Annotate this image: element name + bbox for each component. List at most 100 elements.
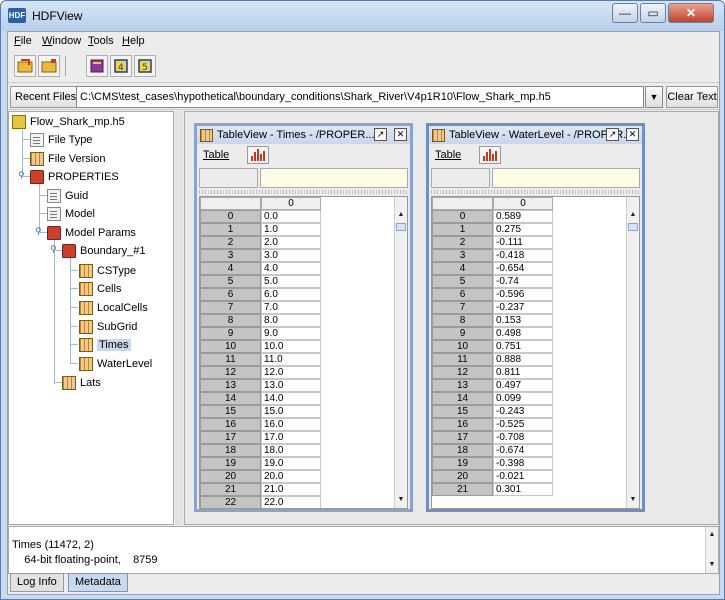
tree-node-file[interactable]: Flow_Shark_mp.h5	[12, 113, 125, 130]
resize-sash[interactable]	[431, 190, 640, 194]
row-index[interactable]: 11	[200, 353, 261, 366]
cell-value[interactable]: -0.243	[493, 405, 553, 418]
row-index[interactable]: 16	[432, 418, 493, 431]
scroll-down-icon[interactable]: ▼	[627, 494, 639, 506]
row-index[interactable]: 20	[432, 470, 493, 483]
menu-tools[interactable]: Tools	[88, 35, 114, 47]
cell-value[interactable]: 16.0	[261, 418, 321, 431]
chart-button[interactable]	[479, 146, 501, 164]
table-row[interactable]: 19 -0.398	[432, 457, 632, 470]
row-index[interactable]: 4	[200, 262, 261, 275]
close-tableview-button[interactable]: ✕	[394, 128, 407, 141]
table-row[interactable]: 0 0.0	[200, 210, 400, 223]
table-row[interactable]: 14 14.0	[200, 392, 400, 405]
scroll-thumb[interactable]	[628, 223, 638, 231]
row-index[interactable]: 0	[200, 210, 261, 223]
row-index[interactable]: 12	[432, 366, 493, 379]
cell-value-field[interactable]	[260, 168, 408, 188]
clear-text-button[interactable]: Clear Text	[666, 86, 718, 108]
recent-files-dropdown-button[interactable]: ▼	[645, 86, 663, 108]
row-index[interactable]: 8	[432, 314, 493, 327]
tree-node-subgrid[interactable]: SubGrid	[79, 318, 137, 335]
tab-log-info[interactable]: Log Info	[10, 573, 64, 592]
hdf5-guide-button[interactable]: 5	[134, 55, 156, 77]
cell-value-field[interactable]	[492, 168, 640, 188]
vertical-splitter[interactable]	[175, 111, 183, 525]
cell-value[interactable]: 2.0	[261, 236, 321, 249]
metadata-scrollbar[interactable]: ▲ ▼	[705, 527, 718, 573]
row-index[interactable]: 13	[200, 379, 261, 392]
scroll-up-icon[interactable]: ▲	[627, 209, 639, 221]
cell-value[interactable]: 0.275	[493, 223, 553, 236]
row-index[interactable]: 5	[432, 275, 493, 288]
table-row[interactable]: 0 0.589	[432, 210, 632, 223]
row-index[interactable]: 14	[200, 392, 261, 405]
close-tableview-button[interactable]: ✕	[626, 128, 639, 141]
menu-table[interactable]: Table	[203, 149, 229, 161]
popout-button[interactable]: ↗	[606, 128, 619, 141]
row-index[interactable]: 17	[200, 431, 261, 444]
row-index[interactable]: 21	[432, 483, 493, 496]
table-row[interactable]: 5 5.0	[200, 275, 400, 288]
cell-value[interactable]: -0.237	[493, 301, 553, 314]
table-row[interactable]: 11 0.888	[432, 353, 632, 366]
tree-node-times[interactable]: Times	[79, 336, 131, 353]
cell-value[interactable]: 0.811	[493, 366, 553, 379]
cell-value[interactable]: 0.099	[493, 392, 553, 405]
cell-value[interactable]: 0.589	[493, 210, 553, 223]
tree-node-lats[interactable]: Lats	[62, 374, 101, 391]
table-row[interactable]: 19 19.0	[200, 457, 400, 470]
tree-node-guid[interactable]: Guid	[47, 187, 88, 204]
row-index[interactable]: 4	[432, 262, 493, 275]
scroll-up-icon[interactable]: ▲	[395, 209, 407, 221]
cell-value[interactable]: -0.654	[493, 262, 553, 275]
row-index[interactable]: 19	[200, 457, 261, 470]
row-index[interactable]: 7	[200, 301, 261, 314]
row-index[interactable]: 18	[200, 444, 261, 457]
cell-value[interactable]: 1.0	[261, 223, 321, 236]
row-index[interactable]: 3	[432, 249, 493, 262]
cell-value[interactable]: 17.0	[261, 431, 321, 444]
table-row[interactable]: 9 9.0	[200, 327, 400, 340]
table-row[interactable]: 4 -0.654	[432, 262, 632, 275]
menu-window[interactable]: Window	[42, 35, 81, 47]
title-bar[interactable]: HDF HDFView — ▭ ✕	[1, 1, 724, 31]
table-row[interactable]: 15 15.0	[200, 405, 400, 418]
tableview-title-bar[interactable]: TableView - WaterLevel - /PROPER... ↗ ✕	[429, 126, 642, 144]
menu-file[interactable]: File	[14, 35, 32, 47]
table-row[interactable]: 6 -0.596	[432, 288, 632, 301]
book-button[interactable]	[86, 55, 108, 77]
tree-node-localcells[interactable]: LocalCells	[79, 299, 148, 316]
expand-toggle-icon[interactable]: ⚲	[18, 170, 25, 181]
cell-value[interactable]: -0.74	[493, 275, 553, 288]
row-index[interactable]: 2	[200, 236, 261, 249]
row-index[interactable]: 13	[432, 379, 493, 392]
expand-toggle-icon[interactable]: ⚲	[35, 226, 42, 237]
tree-node-properties[interactable]: PROPERTIES	[30, 168, 119, 185]
table-row[interactable]: 3 3.0	[200, 249, 400, 262]
open-folder-button[interactable]	[38, 55, 60, 77]
tree-node-file-type[interactable]: File Type	[30, 131, 92, 148]
table-row[interactable]: 18 18.0	[200, 444, 400, 457]
resize-sash[interactable]	[199, 190, 408, 194]
cell-value[interactable]: 14.0	[261, 392, 321, 405]
users-guide-button[interactable]: 4	[110, 55, 132, 77]
cell-value[interactable]: 19.0	[261, 457, 321, 470]
table-row[interactable]: 10 0.751	[432, 340, 632, 353]
tree-node-model[interactable]: Model	[47, 205, 95, 222]
menu-table[interactable]: Table	[435, 149, 461, 161]
table-row[interactable]: 22 22.0	[200, 496, 400, 508]
tab-metadata[interactable]: Metadata	[68, 573, 128, 592]
cell-value[interactable]: 6.0	[261, 288, 321, 301]
row-index[interactable]: 9	[200, 327, 261, 340]
cell-value[interactable]: 0.0	[261, 210, 321, 223]
cell-value[interactable]: 0.498	[493, 327, 553, 340]
table-row[interactable]: 3 -0.418	[432, 249, 632, 262]
scroll-down-icon[interactable]: ▼	[395, 494, 407, 506]
row-index[interactable]: 10	[432, 340, 493, 353]
cell-value[interactable]: 0.301	[493, 483, 553, 496]
expand-toggle-icon[interactable]: ⚲	[50, 244, 57, 255]
cell-value[interactable]: 22.0	[261, 496, 321, 508]
menu-help[interactable]: Help	[122, 35, 145, 47]
row-index[interactable]: 9	[432, 327, 493, 340]
